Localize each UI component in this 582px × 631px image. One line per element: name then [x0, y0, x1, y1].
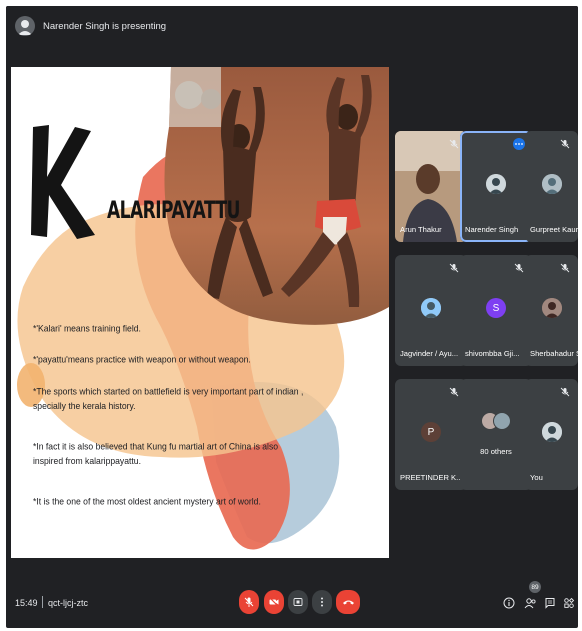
slide-bullet-5: *It is the one of the most oldest ancien…: [33, 496, 261, 507]
mic-off-icon: [514, 263, 524, 273]
mic-off-icon: [449, 139, 459, 149]
meeting-info-button[interactable]: [502, 596, 516, 610]
participant-avatar: [542, 298, 562, 318]
mic-toggle-button[interactable]: [239, 590, 259, 614]
meeting-code[interactable]: qct-ljcj-ztc: [48, 598, 88, 608]
participant-tile-others[interactable]: 80 others: [460, 379, 532, 490]
participant-tile-sherbahadur[interactable]: Sherbahadur S...: [525, 255, 578, 366]
mic-off-icon: [244, 597, 254, 607]
participant-avatar: [486, 174, 506, 194]
participant-tile-narender-singh[interactable]: Narender Singh: [460, 131, 532, 242]
shared-slide[interactable]: ALARIPAYATTU K *'Kalari' means training …: [11, 67, 389, 558]
people-button[interactable]: [523, 596, 537, 610]
participant-tile-gurpreet-kaur[interactable]: Gurpreet Kaur: [525, 131, 578, 242]
bottom-toolbar: 15:49 qct-ljcj-ztc 89: [6, 576, 578, 628]
participant-tile-you[interactable]: You: [525, 379, 578, 490]
slide-bullet-4: *In fact it is also believed that Kung f…: [33, 441, 279, 466]
slide-bullet-2: *'payattu'means practice with weapon or …: [33, 354, 251, 365]
mic-off-icon: [449, 387, 459, 397]
mic-off-icon: [449, 263, 459, 273]
meet-screen: Narender Singh is presenting ALARIPAYATT…: [6, 6, 578, 628]
slide-title: ALARIPAYATTU K: [25, 119, 240, 229]
participant-tile-jagvinder[interactable]: Jagvinder / Ayu...: [395, 255, 467, 366]
participant-tile-preetinder[interactable]: P PREETINDER K...: [395, 379, 467, 490]
people-icon: [524, 598, 536, 609]
mic-off-icon: [560, 139, 570, 149]
presenter-status: Narender Singh is presenting: [43, 20, 167, 32]
activities-icon: [564, 597, 575, 608]
presenter-bar: Narender Singh is presenting: [6, 6, 578, 46]
present-button[interactable]: [288, 590, 308, 614]
participant-name: shivombba Gji...: [465, 349, 520, 358]
hang-up-icon: [342, 600, 354, 605]
meet-window: Narender Singh is presenting ALARIPAYATT…: [0, 0, 582, 631]
slide-bullet-3: *The sports which started on battlefield…: [33, 386, 304, 411]
end-call-button[interactable]: [336, 590, 360, 614]
participant-tile-shivombba[interactable]: S shivombba Gji...: [460, 255, 532, 366]
more-vertical-icon: [321, 597, 323, 607]
camera-off-icon: [269, 597, 279, 607]
divider: [42, 596, 43, 608]
participant-name: Jagvinder / Ayu...: [400, 349, 459, 358]
clock: 15:49: [15, 598, 38, 608]
participant-avatar: S: [486, 298, 506, 318]
mic-off-icon: [560, 387, 570, 397]
others-count: 80 others: [480, 447, 512, 456]
participant-avatar: [542, 422, 562, 442]
participant-name: Narender Singh: [465, 225, 519, 234]
participant-name: Sherbahadur S...: [530, 349, 578, 358]
presenter-avatar: [15, 16, 35, 36]
camera-toggle-button[interactable]: [264, 590, 284, 614]
participant-name: PREETINDER K...: [400, 473, 463, 482]
activities-button[interactable]: [562, 596, 576, 610]
more-options-button[interactable]: [312, 590, 332, 614]
people-count-badge: 89: [529, 581, 541, 593]
others-avatars: [477, 412, 515, 432]
participant-name: Arun Thakur: [400, 225, 442, 234]
participant-name: Gurpreet Kaur: [530, 225, 578, 234]
chat-icon: [545, 598, 555, 609]
participant-avatar: [542, 174, 562, 194]
participant-avatar: [421, 298, 441, 318]
speaking-indicator-icon: [513, 138, 525, 150]
participant-tile-arun-thakur[interactable]: Arun Thakur: [395, 131, 467, 242]
slide-bullet-1: *'Kalari' means training field.: [33, 323, 141, 334]
info-icon: [503, 597, 515, 609]
participant-name: You: [530, 473, 543, 482]
participant-avatar: P: [421, 422, 441, 442]
present-screen-icon: [293, 598, 303, 606]
chat-button[interactable]: [543, 596, 557, 610]
mic-off-icon: [560, 263, 570, 273]
slide-title-text: ALARIPAYATTU: [107, 197, 240, 225]
